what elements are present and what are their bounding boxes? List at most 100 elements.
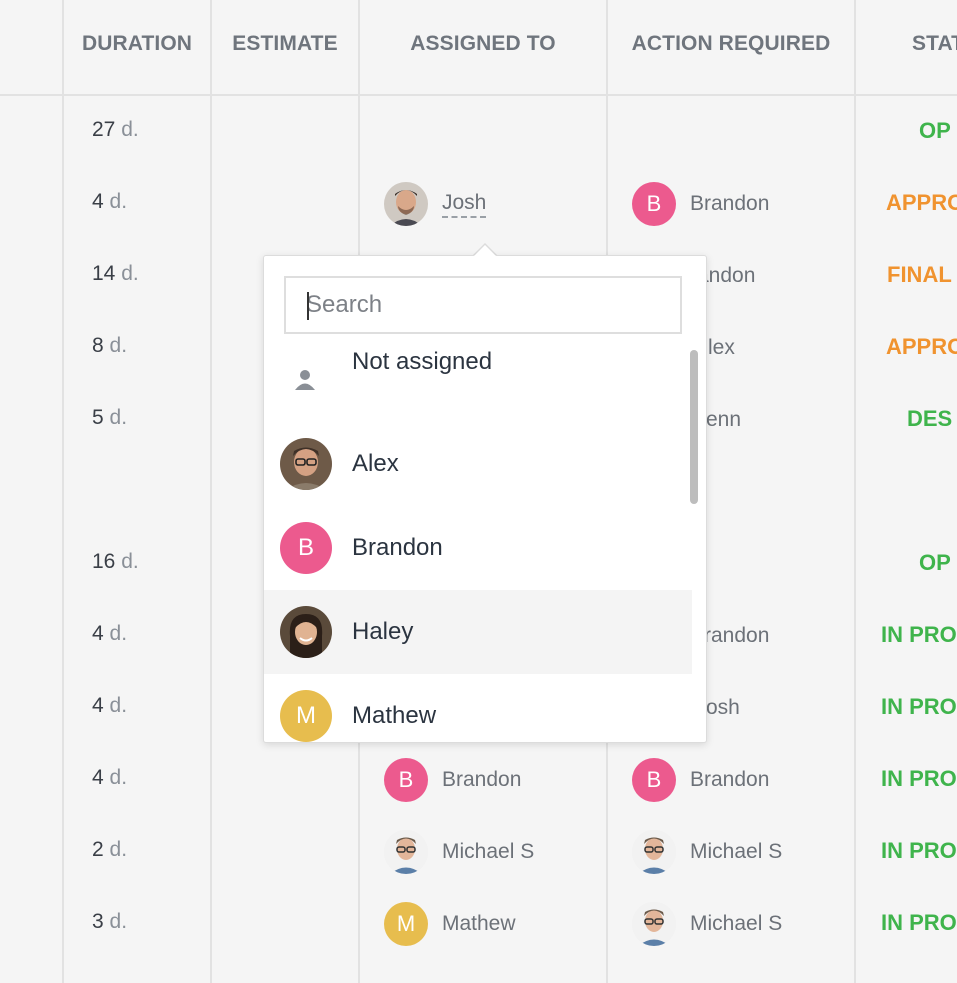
duration-cell: 5 d.: [92, 406, 127, 430]
action-person-name: randon: [704, 624, 770, 647]
assigned-to-cell[interactable]: B Brandon: [384, 758, 521, 802]
action-person-name: Brandon: [690, 768, 770, 791]
avatar: [384, 830, 428, 874]
table-row[interactable]: 4 d. Josh B Brandon APPRO: [0, 168, 957, 240]
duration-unit: d.: [109, 622, 128, 645]
avatar: M: [280, 690, 332, 742]
avatar: [632, 830, 676, 874]
assigned-to-cell[interactable]: M Mathew: [384, 902, 516, 946]
duration-value: 27: [92, 118, 116, 141]
option-label: Alex: [352, 450, 399, 477]
duration-unit: d.: [109, 766, 128, 789]
header-estimate[interactable]: ESTIMATE: [212, 30, 358, 58]
duration-unit: d.: [109, 910, 128, 933]
duration-value: 5: [92, 406, 104, 429]
person-icon: [292, 367, 318, 393]
text-cursor: [307, 292, 309, 320]
action-required-cell[interactable]: B Brandon: [632, 758, 769, 802]
avatar: [280, 606, 332, 658]
duration-unit: d.: [109, 334, 128, 357]
duration-unit: d.: [109, 190, 128, 213]
status-badge[interactable]: OP: [919, 118, 957, 144]
assignee-name: Mathew: [442, 912, 516, 935]
dropdown-scrollbar[interactable]: [690, 350, 698, 504]
avatar: B: [632, 758, 676, 802]
status-badge[interactable]: FINAL: [887, 262, 957, 288]
duration-unit: d.: [121, 118, 139, 141]
search-input[interactable]: [284, 276, 682, 334]
duration-unit: d.: [121, 262, 139, 285]
table-row[interactable]: 2 d. Michael S Michael S IN PRO: [0, 816, 957, 888]
duration-unit: d.: [109, 694, 128, 717]
table-row[interactable]: 3 d. M Mathew Michael S IN PRO: [0, 888, 957, 960]
status-badge[interactable]: IN PRO: [881, 694, 957, 720]
assignee-name: Michael S: [442, 840, 535, 863]
avatar: [632, 902, 676, 946]
action-required-cell[interactable]: Michael S: [632, 830, 782, 874]
duration-value: 3: [92, 910, 104, 933]
duration-value: 4: [92, 766, 104, 789]
duration-cell: 4 d.: [92, 622, 127, 646]
alex-avatar-icon: [280, 438, 332, 490]
assignee-name[interactable]: Josh: [442, 191, 487, 218]
option-label: Not assigned: [352, 348, 493, 375]
duration-cell: 14 d.: [92, 262, 139, 286]
option-brandon[interactable]: B Brandon: [264, 506, 692, 590]
status-badge[interactable]: IN PRO: [881, 910, 957, 936]
duration-value: 4: [92, 190, 104, 213]
michael-avatar-icon: [384, 830, 428, 874]
duration-cell: 4 d.: [92, 190, 127, 214]
duration-value: 16: [92, 550, 116, 573]
duration-cell: 4 d.: [92, 694, 127, 718]
action-person-name: Michael S: [690, 912, 783, 935]
header-assigned-to[interactable]: ASSIGNED TO: [360, 30, 606, 58]
status-badge[interactable]: IN PRO: [881, 838, 957, 864]
avatar: [384, 182, 428, 226]
status-badge[interactable]: IN PRO: [881, 766, 957, 792]
status-badge[interactable]: OP: [919, 550, 957, 576]
avatar: B: [384, 758, 428, 802]
table-row[interactable]: 27 d. OP: [0, 96, 957, 168]
action-person-name: enn: [706, 408, 742, 431]
option-label: Haley: [352, 618, 414, 645]
duration-unit: d.: [121, 550, 139, 573]
action-person-name: Brandon: [690, 192, 770, 215]
popover-caret-fill: [473, 245, 497, 257]
option-label: Mathew: [352, 702, 437, 729]
avatar: M: [384, 902, 428, 946]
haley-avatar-icon: [280, 606, 332, 658]
duration-cell: 4 d.: [92, 766, 127, 790]
duration-value: 4: [92, 694, 104, 717]
duration-value: 14: [92, 262, 116, 285]
option-alex[interactable]: Alex: [264, 422, 692, 506]
action-required-cell[interactable]: B Brandon: [632, 182, 769, 226]
action-required-cell[interactable]: Michael S: [632, 902, 782, 946]
duration-unit: d.: [109, 838, 128, 861]
assigned-to-cell[interactable]: Josh: [384, 182, 487, 226]
header-action-required[interactable]: ACTION REQUIRED: [608, 30, 854, 58]
duration-cell: 3 d.: [92, 910, 127, 934]
status-badge[interactable]: APPRO: [886, 334, 957, 360]
header-status[interactable]: STAT: [912, 30, 957, 58]
action-person-name: Michael S: [690, 840, 783, 863]
status-badge[interactable]: IN PRO: [881, 622, 957, 648]
assigned-to-cell[interactable]: Michael S: [384, 830, 534, 874]
duration-cell: 27 d.: [92, 118, 139, 142]
status-badge[interactable]: DES: [907, 406, 957, 432]
header-duration[interactable]: DURATION: [64, 30, 210, 58]
avatar: B: [280, 522, 332, 574]
option-mathew[interactable]: M Mathew: [264, 674, 692, 742]
option-haley[interactable]: Haley: [264, 590, 692, 674]
duration-unit: d.: [109, 406, 128, 429]
option-not-assigned[interactable]: Not assigned: [264, 338, 692, 422]
josh-avatar-icon: [384, 182, 428, 226]
assignee-name: Brandon: [442, 768, 522, 791]
status-badge[interactable]: APPRO: [886, 190, 957, 216]
option-label: Brandon: [352, 534, 443, 561]
duration-value: 2: [92, 838, 104, 861]
duration-cell: 2 d.: [92, 838, 127, 862]
action-person-name: osh: [706, 696, 740, 719]
assignee-dropdown: Not assigned Alex B Brandon: [263, 255, 707, 743]
table-row[interactable]: 4 d. B Brandon B Brandon IN PRO: [0, 744, 957, 816]
michael-avatar-icon: [632, 902, 676, 946]
